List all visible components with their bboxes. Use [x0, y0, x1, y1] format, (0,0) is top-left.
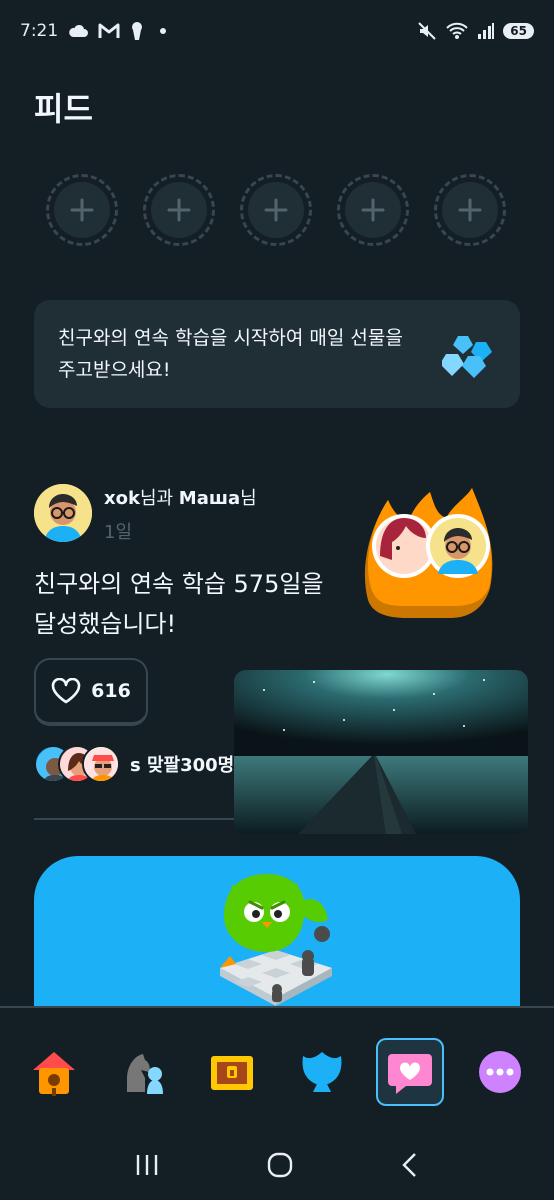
- likers-row[interactable]: s 맞팔300명: [34, 744, 234, 784]
- night-pier-image: [234, 670, 528, 834]
- add-friend-slot-button[interactable]: [240, 174, 312, 246]
- recent-apps-icon[interactable]: [134, 1153, 160, 1177]
- plus-icon: [70, 198, 94, 222]
- friend-streak-banner[interactable]: 친구와의 연속 학습을 시작하여 매일 선물을 주고받으세요!: [34, 300, 520, 408]
- battery-indicator: 65: [503, 23, 534, 39]
- post-time: 1일: [104, 522, 133, 543]
- author-friend: Маша: [178, 488, 241, 509]
- author-friend-suffix: 님: [240, 488, 257, 509]
- friend-streak-slots: [46, 174, 506, 248]
- bottom-tab-bar: [0, 1006, 554, 1130]
- like-count: 616: [91, 680, 131, 702]
- like-button[interactable]: 616: [34, 658, 148, 726]
- shield-icon: [302, 1052, 342, 1092]
- feed-icon: [388, 1054, 432, 1094]
- add-friend-slot-button[interactable]: [143, 174, 215, 246]
- keyhole-icon: [132, 22, 143, 40]
- chest-icon: [211, 1056, 253, 1090]
- tab-learn[interactable]: [20, 1038, 88, 1106]
- wifi-icon: [446, 22, 469, 39]
- author-suffix: 님과: [139, 488, 179, 509]
- notification-dot-icon: [160, 28, 167, 34]
- add-friend-slot-button[interactable]: [434, 174, 506, 246]
- author-user: xok: [104, 488, 140, 509]
- plus-icon: [361, 198, 385, 222]
- banner-text: 친구와의 연속 학습을 시작하여 매일 선물을 주고받으세요!: [58, 327, 403, 381]
- avatar[interactable]: [34, 484, 92, 542]
- mute-icon: [418, 22, 437, 40]
- likers-text: s 맞팔300명: [130, 755, 235, 776]
- picture-in-picture-video[interactable]: [234, 670, 528, 834]
- cloud-icon: [69, 24, 89, 37]
- home-icon: [33, 1052, 75, 1096]
- signal-icon: [478, 23, 495, 39]
- add-friend-slot-button[interactable]: [337, 174, 409, 246]
- tab-chess[interactable]: [110, 1038, 178, 1106]
- promo-card[interactable]: [34, 856, 520, 1016]
- heart-icon: [51, 678, 81, 704]
- back-icon[interactable]: [400, 1152, 420, 1178]
- chess-icon: [127, 1054, 163, 1094]
- author-names[interactable]: xok님과 Маша님: [104, 484, 257, 510]
- avatar-boy-icon: [34, 484, 92, 542]
- home-button-icon[interactable]: [267, 1152, 293, 1178]
- post-headline: 친구와의 연속 학습 575일을 달성했습니다!: [34, 570, 324, 638]
- page-title: 피드: [34, 90, 93, 128]
- tab-more[interactable]: [466, 1038, 534, 1106]
- status-bar: 7:21 65: [0, 0, 554, 62]
- add-friend-slot-button[interactable]: [46, 174, 118, 246]
- plus-icon: [458, 198, 482, 222]
- friend-streak-badge-icon: [364, 488, 493, 618]
- plus-icon: [167, 198, 191, 222]
- status-time: 7:21: [20, 21, 59, 41]
- gems-icon: [442, 336, 492, 378]
- gmail-icon: [98, 23, 120, 38]
- tab-leagues[interactable]: [288, 1038, 356, 1106]
- avatar-icon: [84, 747, 118, 781]
- duo-chess-illustration: [220, 874, 332, 1006]
- tab-quests[interactable]: [198, 1038, 266, 1106]
- more-icon: [479, 1051, 521, 1093]
- system-navigation-bar: [0, 1130, 554, 1200]
- tab-feed[interactable]: [376, 1038, 444, 1106]
- liker-avatar: [82, 745, 120, 783]
- plus-icon: [264, 198, 288, 222]
